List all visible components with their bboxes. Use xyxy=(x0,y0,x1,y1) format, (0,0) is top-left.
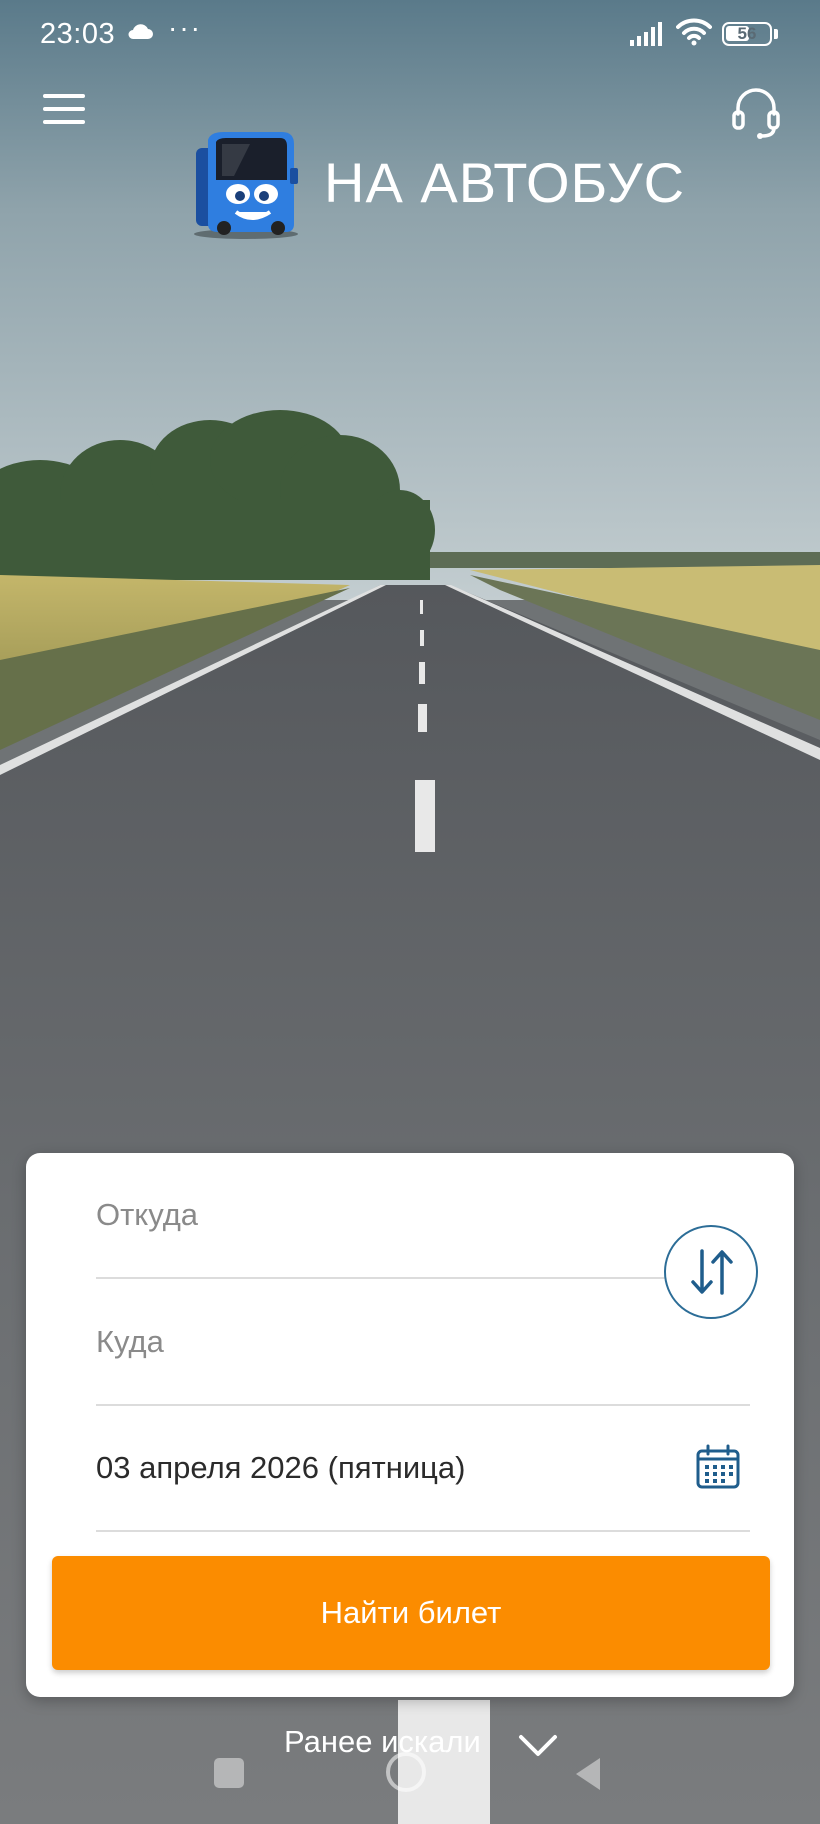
divider xyxy=(96,1530,750,1532)
signal-icon xyxy=(630,22,662,46)
more-notifications-icon: ··· xyxy=(168,12,202,43)
search-card: Откуда Куда 03 апреля 2026 (пятница) Най… xyxy=(26,1153,794,1697)
date-field[interactable]: 03 апреля 2026 (пятница) xyxy=(70,1406,750,1532)
hamburger-menu-icon[interactable] xyxy=(40,92,88,128)
divider xyxy=(96,1277,680,1279)
swap-arrows-icon xyxy=(691,1249,733,1295)
find-ticket-button[interactable]: Найти билет xyxy=(52,1556,770,1670)
calendar-icon[interactable] xyxy=(694,1443,742,1491)
status-bar: 23:03 ··· 56 xyxy=(0,0,820,70)
battery-cap xyxy=(774,29,778,39)
recent-apps-button[interactable] xyxy=(214,1758,244,1788)
bus-mascot-logo xyxy=(194,132,298,239)
chevron-down-icon[interactable] xyxy=(518,1733,558,1759)
cloud-icon xyxy=(128,24,153,39)
to-field[interactable]: Куда xyxy=(70,1280,750,1406)
status-time: 23:03 xyxy=(40,18,116,50)
search-history-label[interactable]: Ранее искали xyxy=(284,1724,481,1760)
date-value: 03 апреля 2026 (пятница) xyxy=(96,1450,466,1485)
headset-icon[interactable] xyxy=(730,84,782,140)
from-field[interactable]: Откуда xyxy=(70,1153,680,1279)
back-button[interactable] xyxy=(572,1756,602,1792)
battery-level: 56 xyxy=(737,24,757,43)
to-field-placeholder: Куда xyxy=(96,1324,164,1359)
wifi-icon xyxy=(676,18,712,46)
home-button[interactable] xyxy=(386,1752,426,1792)
swap-button[interactable] xyxy=(664,1225,758,1319)
app-name: НА АВТОБУС xyxy=(324,151,686,214)
battery-icon: 56 xyxy=(722,22,772,46)
from-field-placeholder: Откуда xyxy=(96,1197,199,1232)
